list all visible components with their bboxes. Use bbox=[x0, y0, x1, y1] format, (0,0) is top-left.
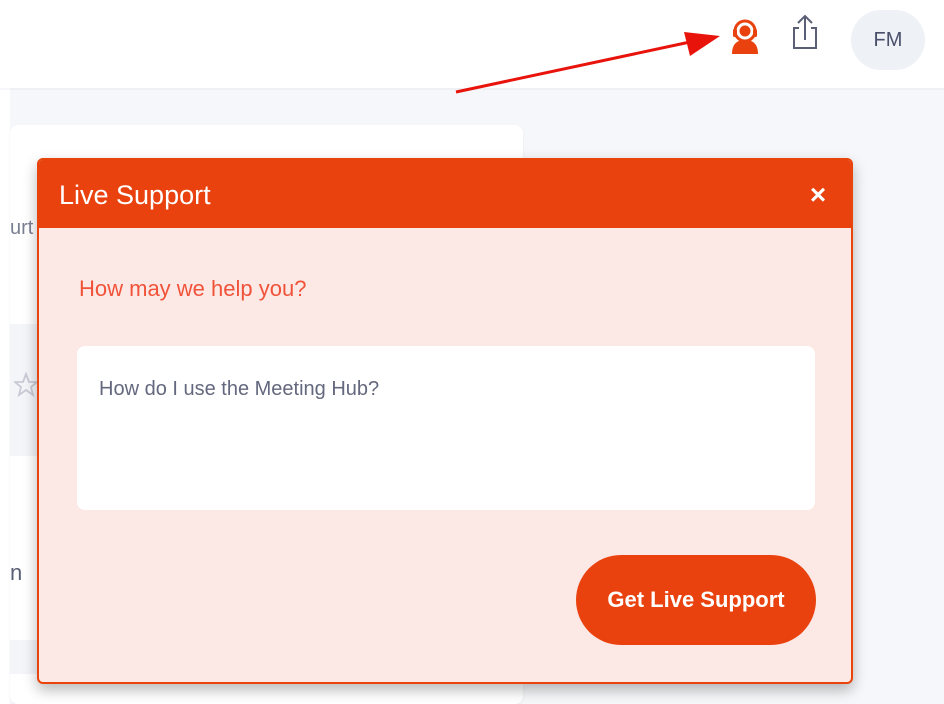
get-live-support-button[interactable]: Get Live Support bbox=[576, 555, 816, 645]
dialog-title: Live Support bbox=[59, 180, 211, 210]
help-prompt: How may we help you? bbox=[79, 276, 307, 301]
background-text: n bbox=[10, 560, 23, 585]
header-divider bbox=[10, 88, 944, 90]
share-icon[interactable] bbox=[788, 12, 822, 52]
question-input[interactable] bbox=[77, 346, 815, 510]
close-icon[interactable]: × bbox=[805, 179, 831, 210]
headset-icon[interactable] bbox=[729, 18, 761, 54]
live-support-dialog: Live Support × How may we help you? Get … bbox=[37, 158, 853, 684]
background-text: urt bbox=[10, 217, 34, 239]
background-list-item bbox=[10, 640, 40, 674]
dialog-header: Live Support × bbox=[39, 160, 851, 228]
avatar[interactable]: FM bbox=[851, 10, 925, 70]
star-icon[interactable] bbox=[12, 370, 40, 400]
left-margin bbox=[0, 90, 10, 704]
page: FM urt n Live Support × How may we help … bbox=[0, 0, 944, 704]
top-header: FM bbox=[0, 0, 944, 88]
